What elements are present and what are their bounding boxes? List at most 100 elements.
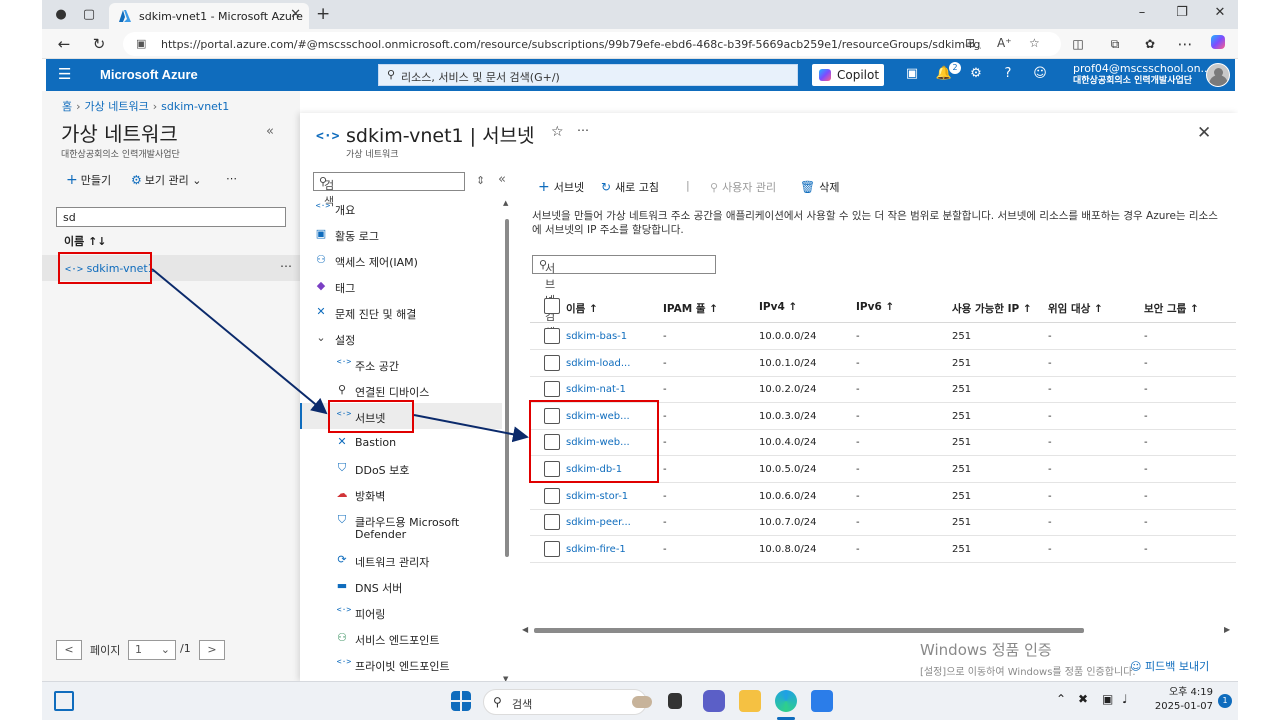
azure-brand[interactable]: Microsoft Azure xyxy=(100,67,198,82)
delete-button[interactable]: 🗑 삭제 xyxy=(800,179,839,195)
menu-item-2[interactable]: ⚇ 액세스 제어(IAM) xyxy=(300,247,502,273)
taskbar-search[interactable]: ⚲ 검색 xyxy=(483,689,652,715)
subnet-name-link[interactable]: sdkim-nat-1 xyxy=(566,384,626,395)
menu-scrollbar[interactable]: ▲ ▼ xyxy=(503,199,511,683)
row-checkbox[interactable] xyxy=(544,540,560,557)
title-more-icon[interactable]: ⋯ xyxy=(577,123,589,137)
menu-item-12[interactable]: ⛉ 클라우드용 Microsoft Defender xyxy=(300,507,502,547)
split-window-icon[interactable]: ◫ xyxy=(1068,34,1088,54)
subnet-name-link[interactable]: sdkim-stor-1 xyxy=(566,491,628,502)
table-horizontal-scrollbar[interactable]: ◀ ▶ xyxy=(522,625,1232,635)
subnet-name-link[interactable]: sdkim-fire-1 xyxy=(566,544,626,555)
table-row[interactable]: sdkim-stor-1 - 10.0.6.0/24 - 251 - - xyxy=(530,483,1236,510)
menu-item-17[interactable]: <·> 프라이빗 엔드포인트 xyxy=(300,651,502,677)
new-tab-icon[interactable]: + xyxy=(316,4,330,24)
name-column-header[interactable]: 이름 ↑↓ xyxy=(64,233,107,249)
network-icon[interactable]: ▣ xyxy=(1102,692,1113,706)
breadcrumb-resource[interactable]: sdkim-vnet1 xyxy=(161,100,229,113)
menu-scroll-thumb[interactable] xyxy=(505,219,509,557)
menu-collapse-icon[interactable]: « xyxy=(498,172,506,187)
page-select[interactable]: 1 ⌄ xyxy=(128,640,176,660)
manage-view-button[interactable]: ⚙ 보기 관리 ⌄ xyxy=(131,172,201,188)
tab-actions-icon[interactable]: ▢ xyxy=(80,6,98,24)
menu-item-11[interactable]: ☁ 방화벽 xyxy=(300,481,502,507)
column-header-deleg[interactable]: 위임 대상 ↑ xyxy=(1048,301,1103,316)
split-screen-icon[interactable]: ⊞ xyxy=(965,36,975,50)
close-tab-icon[interactable]: ✕ xyxy=(290,7,301,22)
subnet-search-input[interactable]: ⚲ 서브넷 검색 xyxy=(532,255,716,339)
menu-item-10[interactable]: ⛉ DDoS 보호 xyxy=(300,455,502,481)
more-options-icon[interactable]: ⋯ xyxy=(1175,34,1195,54)
row-more-icon[interactable]: ⋯ xyxy=(280,259,292,273)
table-scroll-thumb[interactable] xyxy=(534,628,1084,633)
cloud-shell-icon[interactable]: ▣ xyxy=(902,66,922,81)
menu-item-4[interactable]: ✕ 문제 진단 및 해결 xyxy=(300,299,502,325)
column-header-nsg[interactable]: 보안 그룹 ↑ xyxy=(1144,301,1199,316)
feedback-link[interactable]: ☺ 피드백 보내기 xyxy=(1130,658,1209,674)
profile-icon[interactable]: ● xyxy=(52,6,70,24)
subnet-name-link[interactable]: sdkim-peer... xyxy=(566,517,631,528)
volume-icon[interactable]: ♩ xyxy=(1122,692,1128,706)
table-row[interactable]: sdkim-peer... - 10.0.7.0/24 - 251 - - xyxy=(530,509,1236,537)
menu-item-0[interactable]: <·> 개요 xyxy=(300,195,502,221)
read-aloud-icon[interactable]: A⁺ xyxy=(997,36,1012,50)
close-window-icon[interactable]: ✕ xyxy=(1206,5,1234,20)
subnet-name-link[interactable]: sdkim-load... xyxy=(566,358,630,369)
row-checkbox[interactable] xyxy=(544,381,560,398)
help-icon[interactable]: ? xyxy=(998,66,1018,81)
hamburger-menu-icon[interactable]: ☰ xyxy=(58,65,71,83)
address-bar[interactable]: ▣ https://portal.azure.com/#@mscsschool.… xyxy=(123,32,1061,56)
favorite-icon[interactable]: ☆ xyxy=(1029,36,1040,50)
breadcrumb-home[interactable]: 홈 xyxy=(62,100,72,113)
menu-item-3[interactable]: ◆ 태그 xyxy=(300,273,502,299)
select-all-checkbox[interactable] xyxy=(544,298,560,314)
scroll-left-icon[interactable]: ◀ xyxy=(522,625,528,634)
column-header-ipam[interactable]: IPAM 풀 ↑ xyxy=(663,301,718,316)
refresh-icon[interactable]: ↻ xyxy=(89,34,109,54)
browser-tab[interactable]: sdkim-vnet1 - Microsoft Azure ✕ xyxy=(109,3,309,29)
close-blade-icon[interactable]: ✕ xyxy=(1197,123,1211,143)
menu-expand-icon[interactable]: ⇕ xyxy=(476,174,485,187)
back-icon[interactable]: ← xyxy=(54,34,74,54)
site-info-icon[interactable]: ▣ xyxy=(136,37,146,50)
prev-page-button[interactable]: < xyxy=(56,640,82,660)
chat-icon[interactable] xyxy=(703,690,725,712)
scroll-right-icon[interactable]: ▶ xyxy=(1224,625,1230,634)
left-more-button[interactable]: ⋯ xyxy=(226,172,237,185)
menu-item-1[interactable]: ▣ 활동 로그 xyxy=(300,221,502,247)
avatar[interactable] xyxy=(1206,63,1230,87)
account-info[interactable]: prof04@mscsschool.on... 대한상공회의소 인력개발사업단 xyxy=(1073,62,1211,88)
refresh-button[interactable]: ↻ 새로 고침 xyxy=(601,179,659,195)
notification-count-badge[interactable]: 1 xyxy=(1218,694,1232,708)
store-icon[interactable] xyxy=(811,690,833,712)
create-button[interactable]: + 만들기 xyxy=(66,172,111,188)
menu-item-16[interactable]: ⚇ 서비스 엔드포인트 xyxy=(300,625,502,651)
tray-close-icon[interactable]: ✖ xyxy=(1078,692,1088,706)
copilot-button[interactable]: Copilot xyxy=(812,64,884,86)
tray-chevron-icon[interactable]: ⌃ xyxy=(1056,692,1066,706)
collapse-panel-icon[interactable]: « xyxy=(266,124,274,139)
row-checkbox[interactable] xyxy=(544,487,560,504)
breadcrumb-vnet[interactable]: 가상 네트워크 xyxy=(85,100,149,113)
global-search-input[interactable]: ⚲ 리소스, 서비스 및 문서 검색(G+/) xyxy=(378,64,798,86)
menu-search-input[interactable]: ⚲ 검색 xyxy=(313,172,465,208)
menu-item-15[interactable]: <·> 피어링 xyxy=(300,599,502,625)
row-checkbox[interactable] xyxy=(544,328,560,344)
menu-item-5[interactable]: ⌄ 설정 xyxy=(300,325,502,351)
row-checkbox[interactable] xyxy=(544,514,560,531)
copilot-browser-icon[interactable] xyxy=(1208,34,1228,54)
feedback-icon[interactable]: ☺ xyxy=(1030,66,1050,81)
filter-input[interactable]: sd xyxy=(56,207,286,227)
subnet-name-link[interactable]: sdkim-bas-1 xyxy=(566,331,627,342)
edge-icon[interactable] xyxy=(775,690,797,712)
file-explorer-icon[interactable] xyxy=(739,690,761,712)
next-page-button[interactable]: > xyxy=(199,640,225,660)
table-row[interactable]: sdkim-fire-1 - 10.0.8.0/24 - 251 - - xyxy=(530,536,1236,563)
task-view-icon[interactable] xyxy=(668,693,682,709)
settings-gear-icon[interactable]: ⚙ xyxy=(966,66,986,81)
minimize-icon[interactable]: – xyxy=(1128,5,1156,20)
column-header-ipv6[interactable]: IPv6 ↑ xyxy=(856,301,894,313)
menu-item-6[interactable]: <·> 주소 공간 xyxy=(300,351,502,377)
system-clock[interactable]: 오후 4:19 2025-01-07 xyxy=(1147,686,1213,714)
favorite-star-icon[interactable]: ☆ xyxy=(551,124,564,140)
